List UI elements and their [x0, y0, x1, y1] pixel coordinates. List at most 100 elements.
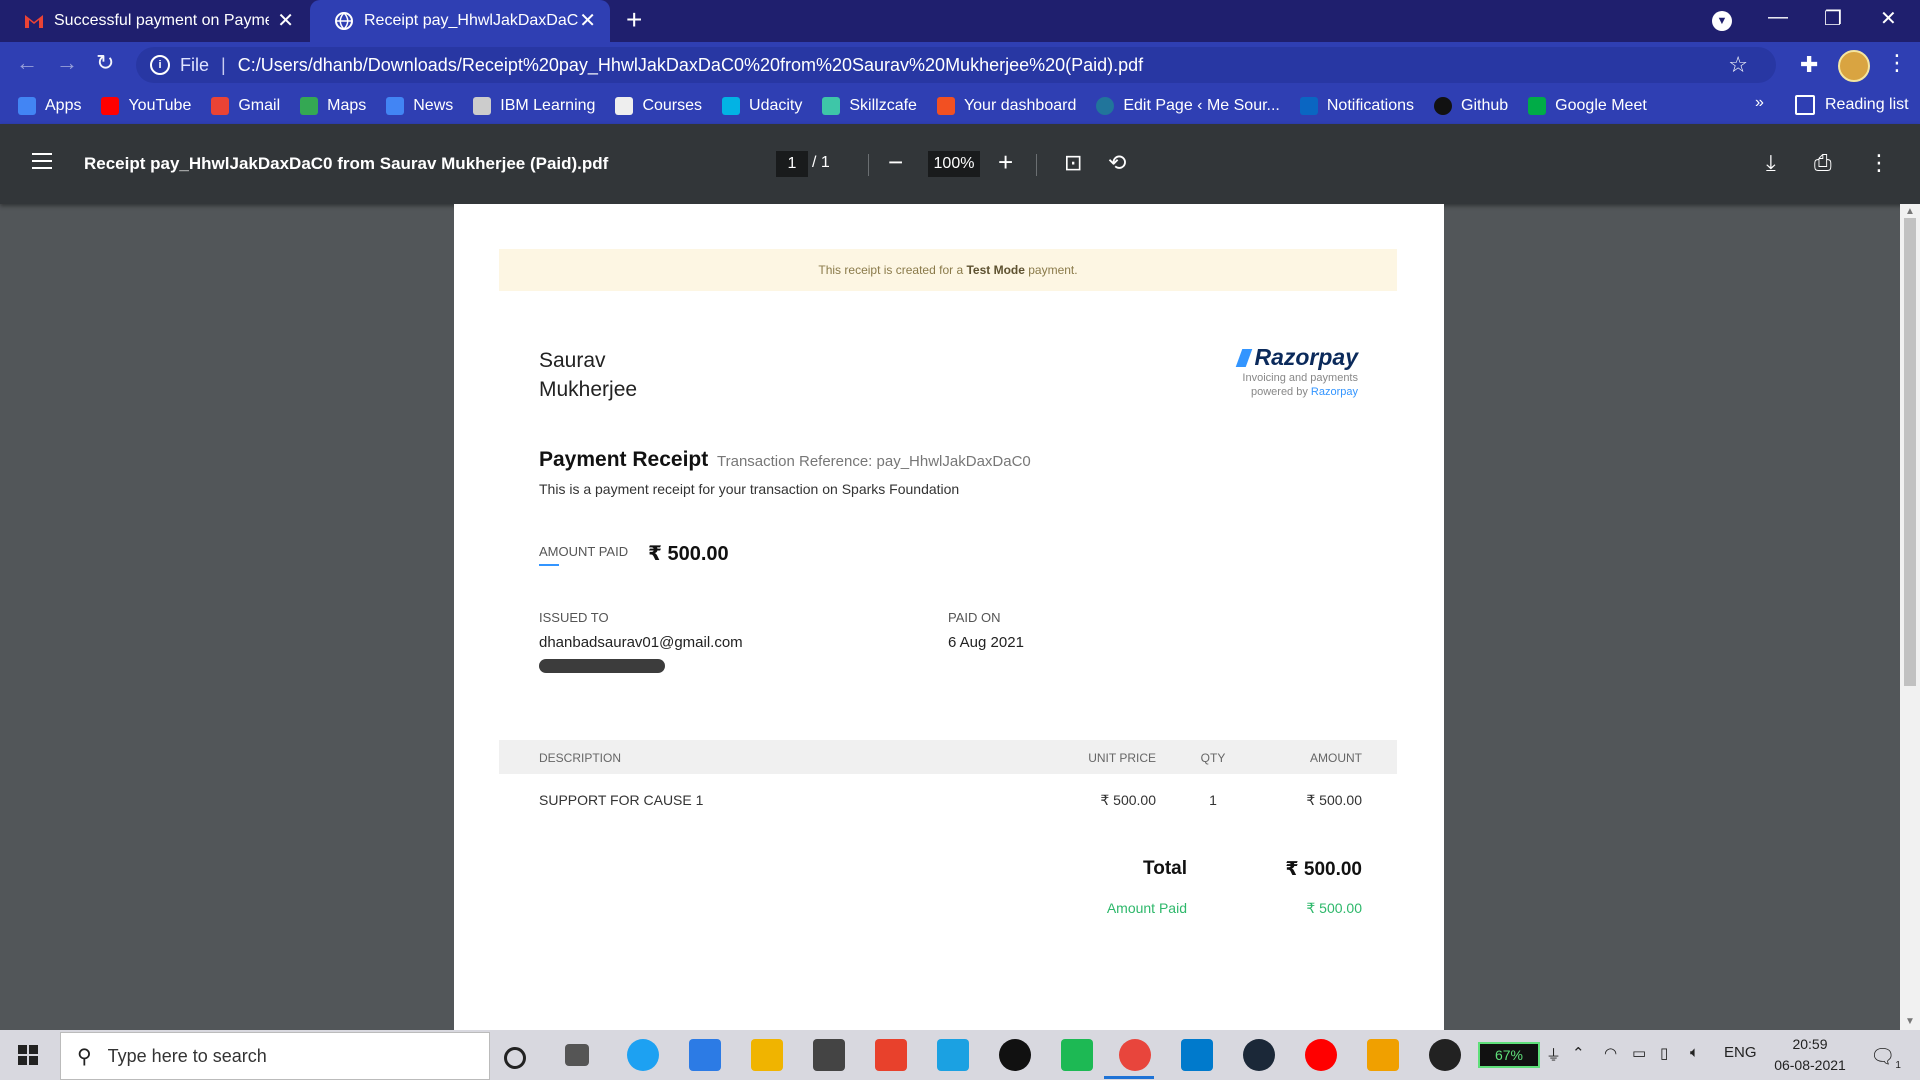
- more-bookmarks-button[interactable]: »: [1755, 94, 1764, 112]
- row-amount: ₹ 500.00: [1306, 792, 1362, 808]
- bookmark-dashboard[interactable]: Your dashboard: [936, 97, 1077, 115]
- page-number-input[interactable]: 1: [776, 151, 808, 177]
- linkedin-icon: [1299, 97, 1318, 115]
- brand-name: Razorpay: [1254, 344, 1358, 370]
- news-icon: [386, 97, 405, 115]
- bookmark-star-icon[interactable]: ☆: [1728, 52, 1748, 78]
- tab-search-icon[interactable]: ▼: [1712, 11, 1732, 31]
- bookmark-label: Google Meet: [1555, 97, 1647, 114]
- transaction-reference: Transaction Reference: pay_HhwlJakDaxDaC…: [717, 453, 1031, 470]
- amount-paid-summary-label: Amount Paid: [1106, 900, 1187, 916]
- pdf-title: Receipt pay_HhwlJakDaxDaC0 from Saurav M…: [84, 154, 609, 173]
- bookmark-skillzcafe[interactable]: Skillzcafe: [822, 97, 917, 115]
- bookmark-courses[interactable]: Courses: [615, 97, 702, 115]
- media-player-icon[interactable]: [1305, 1039, 1337, 1071]
- close-window-icon[interactable]: ✕: [1880, 6, 1897, 31]
- headset-app-icon[interactable]: [1367, 1039, 1399, 1071]
- new-tab-button[interactable]: +: [626, 6, 642, 34]
- edge-icon[interactable]: [627, 1039, 659, 1071]
- bookmark-gmail[interactable]: Gmail: [211, 97, 280, 115]
- search-icon: ⚲: [77, 1045, 92, 1068]
- wifi-icon[interactable]: ◠: [1604, 1044, 1617, 1062]
- file-explorer-icon[interactable]: [751, 1039, 783, 1071]
- col-unit-price: UNIT PRICE: [1088, 751, 1156, 765]
- bookmark-edit-page[interactable]: Edit Page ‹ Me Sour...: [1096, 97, 1280, 115]
- reload-icon[interactable]: ↻: [96, 50, 114, 76]
- bookmark-udacity[interactable]: Udacity: [722, 97, 802, 115]
- taskbar-search[interactable]: ⚲ Type here to search: [60, 1032, 490, 1080]
- notification-center-icon[interactable]: 🗨︎1: [1870, 1044, 1901, 1071]
- cortana-icon[interactable]: [504, 1047, 526, 1069]
- bookmark-youtube[interactable]: YouTube: [101, 97, 191, 115]
- tab-title: Successful payment on Payment: [54, 12, 269, 29]
- bookmark-notifications[interactable]: Notifications: [1299, 97, 1415, 115]
- power-plug-icon: ⏚: [1546, 1047, 1562, 1064]
- rotate-icon[interactable]: ⟲: [1108, 150, 1126, 176]
- scroll-down-arrow[interactable]: ▼: [1905, 1016, 1915, 1027]
- bookmark-github[interactable]: Github: [1434, 97, 1508, 115]
- download-icon[interactable]: ⤓: [1766, 150, 1776, 176]
- site-info-icon[interactable]: i: [150, 55, 170, 75]
- bookmark-label: Courses: [642, 97, 703, 114]
- pdf-toolbar: Receipt pay_HhwlJakDaxDaC0 from Saurav M…: [0, 124, 1920, 204]
- obs-icon[interactable]: [1429, 1039, 1461, 1071]
- pdf-page: This receipt is created for a Test Mode …: [454, 204, 1444, 1030]
- language-indicator[interactable]: ENG: [1724, 1044, 1757, 1061]
- issued-to-email: dhanbadsaurav01@gmail.com: [539, 634, 743, 651]
- volume-icon[interactable]: 🔈︎: [1690, 1044, 1699, 1061]
- chrome-icon[interactable]: [1119, 1039, 1151, 1071]
- tab-gmail[interactable]: Successful payment on Payment ✕: [0, 0, 308, 42]
- windows-start-icon[interactable]: [18, 1045, 38, 1065]
- menu-icon[interactable]: [32, 153, 52, 174]
- close-tab-icon[interactable]: ✕: [579, 11, 596, 31]
- close-tab-icon[interactable]: ✕: [277, 11, 294, 31]
- scroll-up-arrow[interactable]: ▲: [1905, 206, 1915, 217]
- bookmark-label: Notifications: [1326, 97, 1415, 114]
- clock-time: 20:59: [1792, 1036, 1828, 1052]
- scrollbar-thumb[interactable]: [1904, 218, 1916, 686]
- chevron-up-icon[interactable]: ⌃: [1572, 1044, 1585, 1062]
- page-total: / 1: [812, 154, 830, 171]
- tab-receipt[interactable]: Receipt pay_HhwlJakDaxDaC0 fro ✕: [310, 0, 610, 42]
- mail-icon[interactable]: [689, 1039, 721, 1071]
- zoom-out-icon[interactable]: −: [888, 148, 903, 176]
- bookmark-ibm-learning[interactable]: IBM Learning: [473, 97, 595, 115]
- clock[interactable]: 20:59 06-08-2021: [1760, 1034, 1860, 1076]
- office-icon[interactable]: [875, 1039, 907, 1071]
- xbox-icon[interactable]: [999, 1039, 1031, 1071]
- bookmark-apps[interactable]: Apps: [18, 97, 81, 115]
- back-icon[interactable]: ←: [16, 50, 38, 76]
- url-text: C:/Users/dhanb/Downloads/Receipt%20pay_H…: [237, 54, 1144, 75]
- receipt-description: This is a payment receipt for your trans…: [539, 481, 960, 497]
- fit-page-icon[interactable]: ⊡: [1064, 150, 1082, 176]
- forward-icon[interactable]: →: [56, 50, 78, 76]
- zoom-input[interactable]: 100%: [928, 151, 980, 177]
- task-view-icon[interactable]: [565, 1044, 589, 1066]
- steam-icon[interactable]: [1243, 1039, 1275, 1071]
- notification-count: 1: [1895, 1060, 1901, 1071]
- print-icon[interactable]: ⎙: [1814, 150, 1832, 176]
- battery-icon[interactable]: ▯: [1660, 1044, 1668, 1062]
- battery-indicator[interactable]: 67%: [1478, 1042, 1540, 1068]
- minimize-icon[interactable]: —: [1768, 6, 1788, 29]
- zoom-in-icon[interactable]: +: [998, 148, 1013, 176]
- restore-icon[interactable]: ❐: [1824, 6, 1842, 31]
- profile-avatar[interactable]: [1838, 50, 1870, 82]
- bookmark-google-meet[interactable]: Google Meet: [1528, 97, 1647, 115]
- spotify-icon[interactable]: [1061, 1039, 1093, 1071]
- bookmark-label: Your dashboard: [963, 97, 1077, 114]
- address-bar[interactable]: i File | C:/Users/dhanb/Downloads/Receip…: [136, 47, 1776, 83]
- bookmark-maps[interactable]: Maps: [300, 97, 366, 115]
- skillzcafe-icon: [822, 97, 841, 115]
- store-icon[interactable]: [813, 1039, 845, 1071]
- more-options-icon[interactable]: ⋮: [1868, 150, 1890, 176]
- display-icon[interactable]: ▭: [1632, 1044, 1646, 1062]
- bookmark-news[interactable]: News: [386, 97, 453, 115]
- browser-menu-icon[interactable]: ⋮: [1886, 50, 1908, 76]
- reading-list-button[interactable]: Reading list: [1795, 95, 1909, 115]
- brand-sub2: powered by: [1250, 386, 1311, 398]
- l-app-icon[interactable]: [937, 1039, 969, 1071]
- extensions-icon[interactable]: ✚: [1800, 52, 1818, 78]
- vscode-icon[interactable]: [1181, 1039, 1213, 1071]
- globe-icon: [334, 11, 354, 31]
